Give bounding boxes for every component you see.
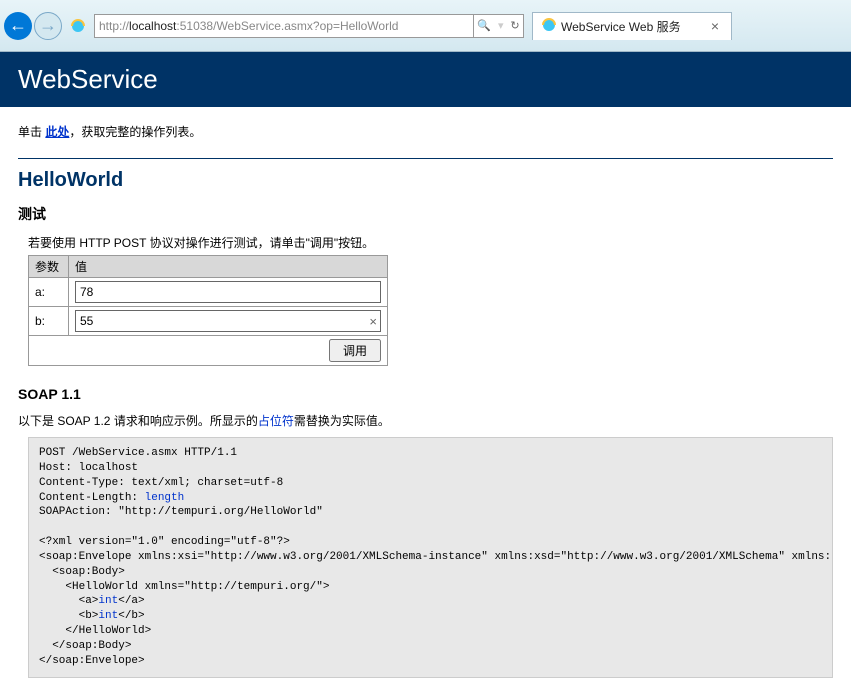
search-icon[interactable]: 🔍 — [477, 19, 491, 32]
param-input-a[interactable] — [75, 281, 381, 303]
browser-toolbar: ← → http://localhost:51038/WebService.as… — [0, 0, 851, 52]
back-button[interactable]: ← — [4, 12, 32, 40]
browser-tab[interactable]: WebService Web 服务 × — [532, 12, 732, 40]
url-scheme: http:// — [99, 19, 129, 33]
soap-heading: SOAP 1.1 — [18, 386, 833, 402]
close-icon[interactable]: × — [707, 18, 723, 34]
invoke-button[interactable]: 调用 — [329, 339, 381, 362]
divider — [18, 158, 833, 159]
forward-button[interactable]: → — [34, 12, 62, 40]
ie-icon — [70, 17, 88, 35]
tab-title: WebService Web 服务 — [561, 18, 707, 35]
soap-description: 以下是 SOAP 1.2 请求和响应示例。所显示的占位符需替换为实际值。 — [18, 412, 833, 429]
ie-icon — [541, 17, 557, 36]
col-param: 参数 — [29, 256, 69, 278]
col-value: 值 — [69, 256, 388, 278]
clear-icon[interactable]: × — [369, 314, 377, 329]
page-content: 单击 此处，获取完整的操作列表。 HelloWorld 测试 若要使用 HTTP… — [0, 107, 851, 688]
soap-request-code: POST /WebService.asmx HTTP/1.1 Host: loc… — [28, 437, 833, 678]
param-input-b[interactable] — [75, 310, 381, 332]
address-bar[interactable]: http://localhost:51038/WebService.asmx?o… — [94, 14, 474, 38]
page-banner: WebService — [0, 52, 851, 107]
test-description: 若要使用 HTTP POST 协议对操作进行测试，请单击"调用"按钮。 — [28, 234, 833, 251]
table-row: 调用 — [29, 336, 388, 366]
param-label-b: b: — [29, 307, 69, 336]
table-row: a: — [29, 278, 388, 307]
operation-name: HelloWorld — [18, 169, 833, 192]
url-path: :51038/WebService.asmx?op=HelloWorld — [176, 19, 398, 33]
service-title: WebService — [18, 64, 833, 95]
url-host: localhost — [129, 19, 176, 33]
breadcrumb: 单击 此处，获取完整的操作列表。 — [18, 123, 833, 140]
search-refresh-box: 🔍 ▾ ↻ — [474, 14, 524, 38]
refresh-icon[interactable]: ↻ — [510, 19, 519, 32]
param-table: 参数 值 a: b: × 调用 — [28, 255, 388, 366]
param-label-a: a: — [29, 278, 69, 307]
table-row: b: × — [29, 307, 388, 336]
breadcrumb-link[interactable]: 此处 — [45, 125, 69, 139]
test-heading: 测试 — [18, 204, 833, 224]
